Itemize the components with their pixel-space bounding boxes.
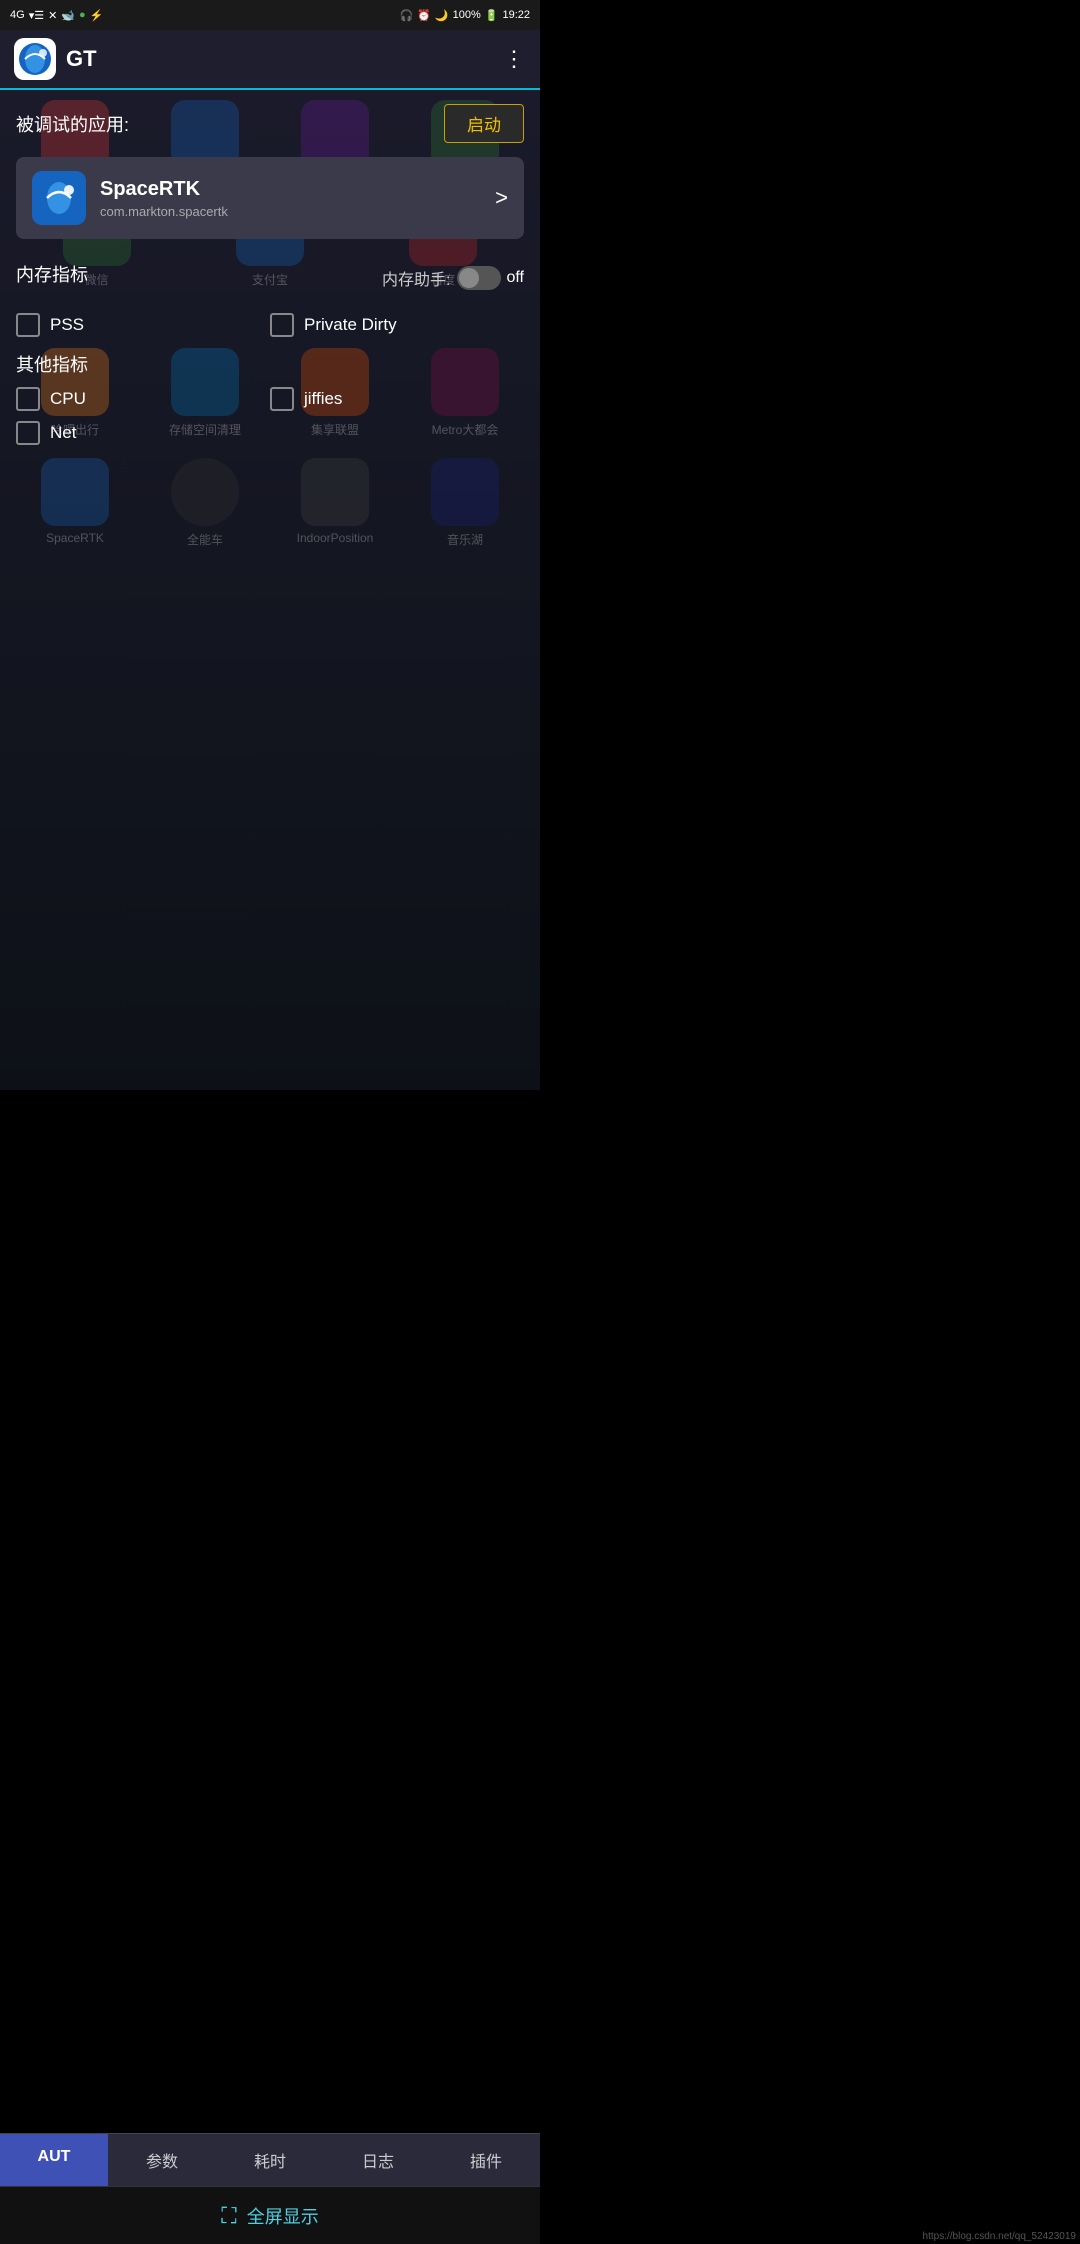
app-card-info: SpaceRTK com.markton.spacertk — [100, 178, 495, 219]
app-card-name: SpaceRTK — [100, 178, 495, 201]
app-bar: GT ⋮ — [0, 30, 540, 90]
tab-log[interactable]: 日志 — [324, 2134, 432, 2186]
checkbox-jiffies-label: jiffies — [304, 389, 342, 409]
fullscreen-icon: ⛶ — [221, 2203, 236, 2229]
fullscreen-label: 全屏显示 — [247, 2203, 319, 2229]
battery-icon: 🔋 — [485, 9, 499, 22]
other-title: 其他指标 — [16, 355, 88, 375]
sim-icon: ✕ — [48, 9, 57, 22]
moon-icon: 🌙 — [435, 9, 449, 22]
memory-checkboxes: PSS Private Dirty — [16, 313, 524, 337]
url-text: https://blog.csdn.net/qq_52423019 — [923, 2231, 1076, 2242]
signal-icon: 4G — [10, 9, 25, 21]
checkbox-private-dirty[interactable]: Private Dirty — [270, 313, 524, 337]
tab-plugin[interactable]: 插件 — [432, 2134, 540, 2186]
checkbox-pss-box[interactable] — [16, 313, 40, 337]
checkbox-cpu-label: CPU — [50, 389, 86, 409]
tested-app-label: 被调试的应用: — [16, 111, 129, 137]
app-logo — [14, 38, 56, 80]
checkbox-net-box[interactable] — [16, 421, 40, 445]
logo-svg — [17, 41, 53, 77]
other-section: 其他指标 CPU jiffies Net — [16, 351, 524, 445]
tested-app-row: 被调试的应用: 启动 — [16, 104, 524, 143]
green-dot: ● — [79, 9, 86, 21]
checkbox-jiffies[interactable]: jiffies — [270, 387, 524, 411]
toggle-track[interactable] — [457, 266, 501, 290]
app-card-arrow[interactable]: > — [495, 185, 508, 211]
checkbox-cpu-box[interactable] — [16, 387, 40, 411]
app-title: GT — [66, 46, 503, 72]
checkbox-cpu[interactable]: CPU — [16, 387, 270, 411]
app-wrapper: 华为应用 华为商城 实用应用 实用应用 微信 支付宝 — [0, 90, 540, 1090]
tab-aut[interactable]: AUT — [0, 2134, 108, 2186]
overlay-panel: 被调试的应用: 启动 SpaceRTK com.markton.spacertk… — [0, 90, 540, 599]
memory-title: 内存指标 — [16, 261, 88, 287]
start-button[interactable]: 启动 — [444, 104, 524, 143]
checkbox-jiffies-box[interactable] — [270, 387, 294, 411]
wifi-icon: ▾☰ — [29, 9, 44, 22]
checkbox-pss[interactable]: PSS — [16, 313, 270, 337]
checkbox-net-label: Net — [50, 423, 76, 443]
mem-header: 内存指标 内存助手: off — [16, 257, 524, 299]
status-left: 4G ▾☰ ✕ 🐋 ● ⚡ — [10, 9, 103, 22]
other-checkboxes: CPU jiffies Net — [16, 387, 524, 445]
checkbox-private-dirty-label: Private Dirty — [304, 315, 397, 335]
time-text: 19:22 — [502, 9, 530, 21]
fullscreen-bar[interactable]: ⛶ 全屏显示 — [0, 2186, 540, 2244]
app-icon-small: 🐋 — [61, 9, 75, 22]
bottom-tab-bar: AUT 参数 耗时 日志 插件 — [0, 2133, 540, 2186]
tab-time[interactable]: 耗时 — [216, 2134, 324, 2186]
checkbox-pss-label: PSS — [50, 315, 84, 335]
app-card-pkg: com.markton.spacertk — [100, 204, 495, 219]
battery-text: 100% — [453, 9, 481, 21]
status-right: 🎧 ⏰ 🌙 100% 🔋 19:22 — [400, 9, 530, 22]
alarm-icon: ⏰ — [417, 9, 431, 22]
memory-helper-toggle[interactable]: 内存助手: off — [382, 266, 524, 290]
app-card-icon — [32, 171, 86, 225]
toggle-thumb — [459, 268, 479, 288]
menu-button[interactable]: ⋮ — [503, 46, 526, 72]
status-bar: 4G ▾☰ ✕ 🐋 ● ⚡ 🎧 ⏰ 🌙 100% 🔋 19:22 — [0, 0, 540, 30]
url-bar: https://blog.csdn.net/qq_52423019 — [919, 2229, 1080, 2244]
toggle-state-label: off — [507, 269, 525, 287]
memory-section: 内存指标 内存助手: off PSS Private Dirty — [16, 257, 524, 337]
usb-icon: ⚡ — [90, 9, 104, 22]
memory-helper-label: 内存助手: — [382, 266, 450, 290]
headphone-icon: 🎧 — [400, 9, 414, 22]
app-card[interactable]: SpaceRTK com.markton.spacertk > — [16, 157, 524, 239]
checkbox-net[interactable]: Net — [16, 421, 270, 445]
checkbox-private-dirty-box[interactable] — [270, 313, 294, 337]
spacertk-icon-svg — [37, 176, 81, 220]
tab-params[interactable]: 参数 — [108, 2134, 216, 2186]
